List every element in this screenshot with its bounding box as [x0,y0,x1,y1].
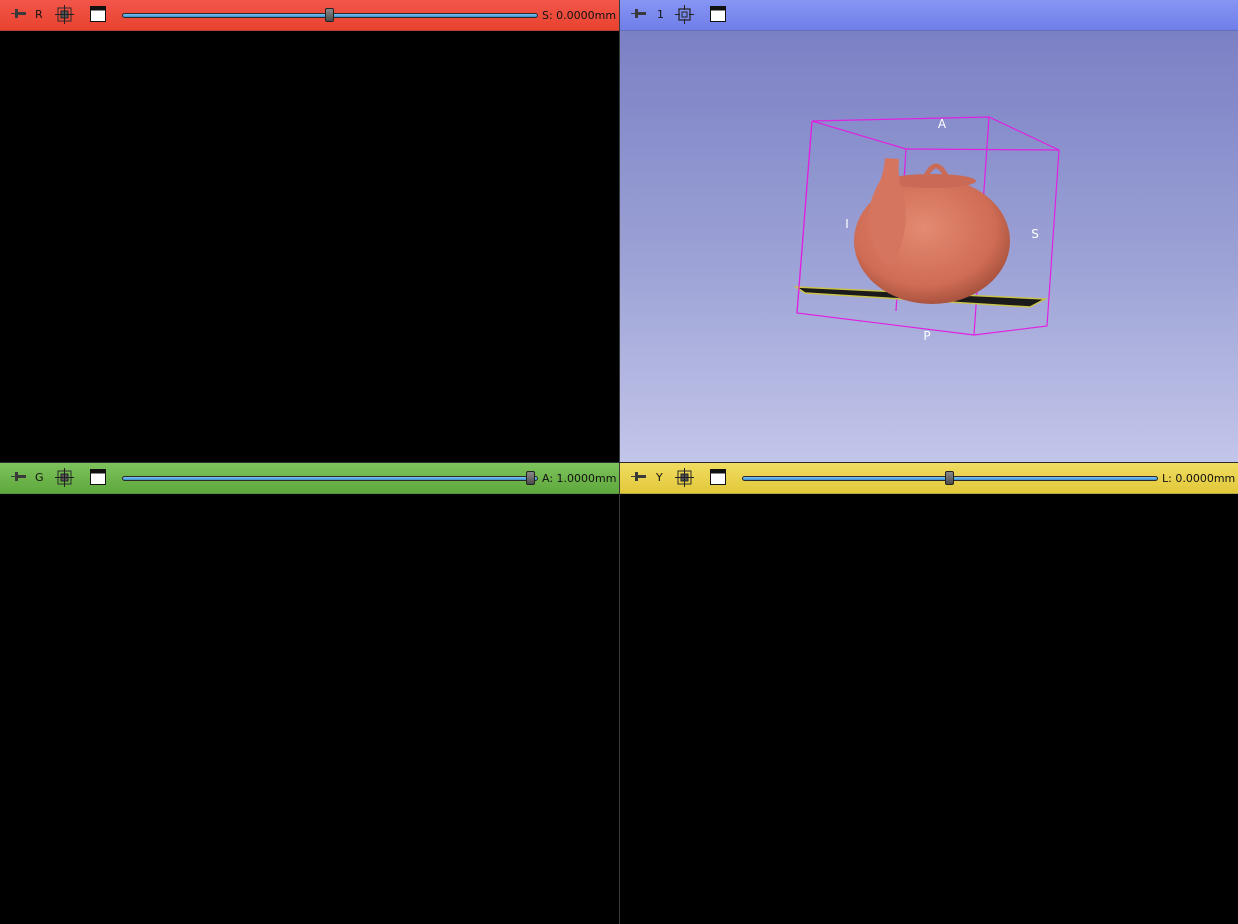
view-label: G [35,471,44,484]
maximize-view-icon[interactable] [90,469,106,485]
pin-icon[interactable] [11,8,27,20]
pin-icon[interactable] [631,8,647,20]
view-label: R [35,8,43,21]
link-icon[interactable] [675,468,694,487]
link-icon[interactable] [55,468,74,487]
slice-offset-value: S: 0.0000mm [542,9,617,22]
view-label: Y [656,471,663,484]
orientation-label-top: A [938,117,947,131]
maximize-view-icon[interactable] [710,6,726,22]
red-view-controller-bar: R S: 0.0000mm [0,0,619,31]
3d-viewer[interactable]: 1 A P I S [620,0,1238,462]
maximize-view-icon[interactable] [90,6,106,22]
red-slice-viewer[interactable]: R S: 0.0000mm [0,0,619,462]
yellow-view-controller-bar: Y L: 0.0000mm [620,463,1238,494]
slice-offset-slider-handle[interactable] [325,8,334,22]
slice-offset-value: A: 1.0000mm [542,472,617,485]
3d-view-controller-bar: 1 [620,0,1238,31]
maximize-view-icon[interactable] [710,469,726,485]
link-icon[interactable] [55,5,74,24]
green-view-controller-bar: G A: 1.0000mm [0,463,619,494]
slice-offset-slider[interactable] [122,476,538,481]
center-view-icon[interactable] [675,5,694,24]
3d-render-area[interactable]: A P I S [620,31,1238,462]
orientation-label-bottom: P [923,329,930,343]
slice-offset-slider-handle[interactable] [526,471,535,485]
horizontal-splitter[interactable] [0,462,1238,463]
slice-offset-slider-handle[interactable] [945,471,954,485]
orientation-label-left: I [845,217,849,231]
pin-icon[interactable] [11,471,27,483]
green-slice-viewer[interactable]: G A: 1.0000mm [0,463,619,924]
teapot-model [854,158,1010,304]
view-label: 1 [657,8,664,21]
3d-scene: A P I S [793,116,1060,343]
slice-offset-value: L: 0.0000mm [1162,472,1236,485]
pin-icon[interactable] [631,471,647,483]
orientation-label-right: S [1031,227,1039,241]
yellow-slice-viewer[interactable]: Y L: 0.0000mm [620,463,1238,924]
